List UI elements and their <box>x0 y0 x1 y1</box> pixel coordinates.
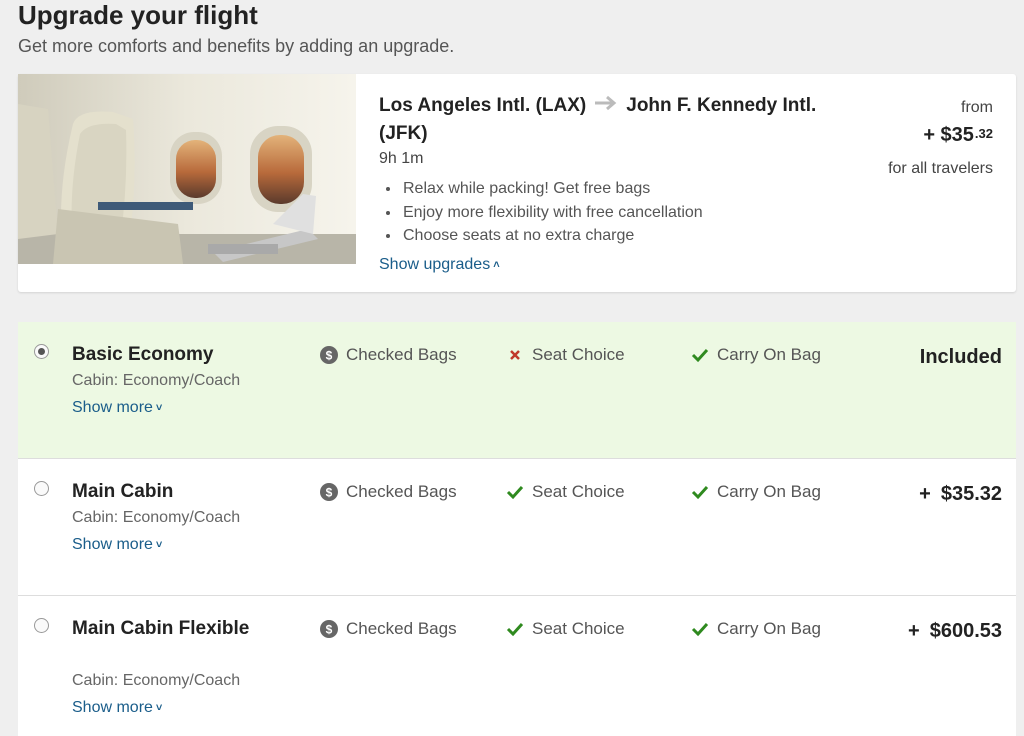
show-more-link[interactable]: Show more ˅ <box>72 699 162 717</box>
feature-carry-on-bag: Carry On Bag <box>691 482 821 502</box>
feature-label: Seat Choice <box>532 345 625 364</box>
check-icon <box>691 620 709 638</box>
page-subtitle: Get more comforts and benefits by adding… <box>18 36 455 56</box>
chevron-up-icon: ˄ <box>493 259 500 271</box>
check-icon <box>506 620 524 638</box>
show-more-link[interactable]: Show more ˅ <box>72 399 162 417</box>
upgrade-price-main: + $35 <box>923 124 974 146</box>
check-icon <box>691 346 709 364</box>
feature-label: Checked Bags <box>346 619 457 638</box>
feature-label: Seat Choice <box>532 619 625 638</box>
benefit-item: Enjoy more flexibility with free cancell… <box>401 201 703 225</box>
fare-cabin: Cabin: Economy/Coach <box>72 509 241 526</box>
fare-radio-main-cabin[interactable] <box>34 481 49 496</box>
show-more-label: Show more <box>72 399 153 416</box>
route: Los Angeles Intl. (LAX) John F. Kennedy I… <box>379 92 849 148</box>
feature-label: Carry On Bag <box>717 619 821 638</box>
fare-radio-main-cabin-flexible[interactable] <box>34 618 49 633</box>
benefit-item: Relax while packing! Get free bags <box>401 177 703 201</box>
feature-checked-bags: $ Checked Bags <box>320 482 457 502</box>
feature-seat-choice: Seat Choice <box>506 619 625 639</box>
fare-price: + $600.53 <box>908 620 1002 643</box>
arrow-right-icon <box>594 92 618 120</box>
feature-seat-choice: Seat Choice <box>506 482 625 502</box>
feature-carry-on-bag: Carry On Bag <box>691 345 821 365</box>
svg-text:$: $ <box>326 486 333 500</box>
chevron-down-icon: ˅ <box>155 702 163 714</box>
feature-label: Checked Bags <box>346 345 457 364</box>
chevron-down-icon: ˅ <box>155 402 163 414</box>
fare-name: Main Cabin Flexible <box>72 618 250 639</box>
fare-row-main-cabin[interactable]: Main Cabin Cabin: Economy/Coach Show mor… <box>18 458 1016 596</box>
fare-price-value: $35.32 <box>940 483 1002 505</box>
fare-price: Included <box>920 346 1002 369</box>
fare-row-basic-economy[interactable]: Basic Economy Cabin: Economy/Coach Show … <box>18 322 1016 458</box>
check-icon <box>506 483 524 501</box>
benefit-item: Choose seats at no extra charge <box>401 224 703 248</box>
origin: Los Angeles Intl. (LAX) <box>379 95 587 117</box>
show-upgrades-link[interactable]: Show upgrades ˄ <box>379 256 500 274</box>
fare-price: + $35.32 <box>919 483 1002 506</box>
feature-checked-bags: $ Checked Bags <box>320 345 457 365</box>
plus-sign: + <box>919 483 931 505</box>
upgrade-price-cents: .32 <box>974 126 993 141</box>
feature-seat-choice: Seat Choice <box>506 345 625 365</box>
feature-label: Seat Choice <box>532 482 625 501</box>
svg-text:$: $ <box>326 349 333 363</box>
svg-text:$: $ <box>326 623 333 637</box>
flight-summary-card: Los Angeles Intl. (LAX) John F. Kennedy I… <box>18 74 1016 292</box>
chevron-down-icon: ˅ <box>155 539 163 551</box>
feature-carry-on-bag: Carry On Bag <box>691 619 821 639</box>
feature-checked-bags: $ Checked Bags <box>320 619 457 639</box>
fare-cabin: Cabin: Economy/Coach <box>72 672 241 689</box>
show-more-label: Show more <box>72 699 153 716</box>
from-label: from <box>961 99 993 116</box>
fare-price-value: Included <box>919 346 1002 368</box>
feature-label: Carry On Bag <box>717 345 821 364</box>
cabin-photo <box>18 74 356 264</box>
show-more-label: Show more <box>72 536 153 553</box>
dollar-icon: $ <box>320 346 338 364</box>
fare-price-value: $600.53 <box>929 620 1002 642</box>
upgrade-benefits: Relax while packing! Get free bags Enjoy… <box>379 177 703 248</box>
dollar-icon: $ <box>320 620 338 638</box>
upgrade-price: + $35.32 <box>923 124 993 147</box>
fare-name: Basic Economy <box>72 344 214 365</box>
page-title: Upgrade your flight <box>18 0 258 30</box>
fare-name: Main Cabin <box>72 481 174 502</box>
feature-label: Checked Bags <box>346 482 457 501</box>
x-icon <box>506 346 524 364</box>
fare-cabin: Cabin: Economy/Coach <box>72 372 241 389</box>
check-icon <box>691 483 709 501</box>
flight-duration: 9h 1m <box>379 150 424 167</box>
feature-label: Carry On Bag <box>717 482 821 501</box>
price-note: for all travelers <box>888 160 993 177</box>
dollar-icon: $ <box>320 483 338 501</box>
fare-radio-basic-economy[interactable] <box>34 344 49 359</box>
show-more-link[interactable]: Show more ˅ <box>72 536 162 554</box>
show-upgrades-label: Show upgrades <box>379 256 491 273</box>
plus-sign: + <box>908 620 920 642</box>
fare-row-main-cabin-flexible[interactable]: Main Cabin Flexible Cabin: Economy/Coach… <box>18 595 1016 736</box>
